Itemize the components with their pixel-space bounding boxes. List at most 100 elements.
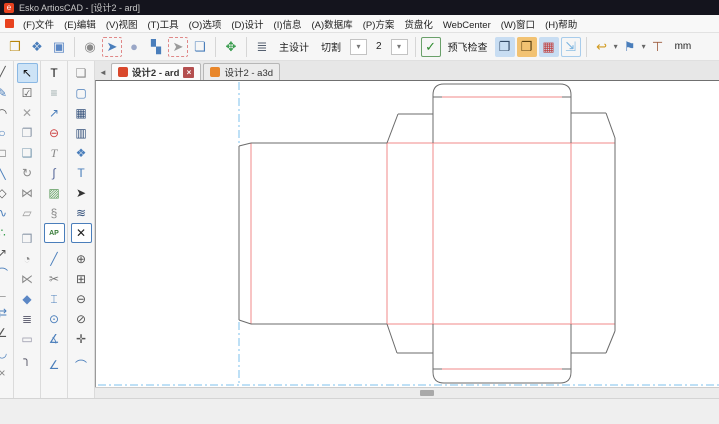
- cut-line[interactable]: [606, 331, 615, 353]
- scale-tool[interactable]: ▱: [17, 203, 38, 223]
- select-tool[interactable]: ↖: [17, 63, 38, 83]
- zoom-scale-tool[interactable]: ⊘: [71, 309, 92, 329]
- multi-select-tool[interactable]: ☑: [17, 83, 38, 103]
- hatch-fill-tool[interactable]: ▨: [44, 183, 65, 203]
- arrow-plus-tool[interactable]: ➤: [71, 183, 92, 203]
- cut-check-tool[interactable]: ✂: [44, 269, 65, 289]
- flag-annotation-icon[interactable]: ⚑: [620, 37, 640, 57]
- dimension-tool[interactable]: ⊖: [44, 123, 65, 143]
- layers-icon[interactable]: ≣: [252, 37, 272, 57]
- horizontal-scrollbar[interactable]: [95, 387, 719, 398]
- arc-tool[interactable]: ◠: [0, 103, 13, 123]
- new-document-tool[interactable]: ❏: [71, 63, 92, 83]
- menu-item-11[interactable]: (W)窗口: [496, 18, 540, 33]
- cube-3d-tool[interactable]: ❖: [71, 143, 92, 163]
- cut-line[interactable]: [606, 113, 615, 138]
- zigzag-rule-tool[interactable]: ≋: [71, 203, 92, 223]
- pencil-tool[interactable]: ✎: [0, 83, 13, 103]
- box-3d-tool[interactable]: ◆: [17, 289, 38, 309]
- menu-item-12[interactable]: (H)帮助: [540, 18, 582, 33]
- rotate-tool[interactable]: ↻: [17, 163, 38, 183]
- copy-sheets-tool[interactable]: ❐: [17, 123, 38, 143]
- menu-item-2[interactable]: (V)视图: [101, 18, 143, 33]
- align-tool[interactable]: ▭: [17, 329, 38, 349]
- blend-tool[interactable]: ×: [0, 363, 13, 383]
- points-tool[interactable]: ∴: [0, 223, 13, 243]
- synchronize-icon[interactable]: ✥: [221, 37, 241, 57]
- tab-close-button[interactable]: ×: [183, 67, 194, 78]
- auto-text-tool[interactable]: AP: [44, 223, 65, 243]
- fit-view-icon[interactable]: ⇲: [561, 37, 581, 57]
- menu-item-1[interactable]: (E)编辑: [59, 18, 101, 33]
- angle-dimension-tool[interactable]: ∠: [44, 355, 65, 375]
- move-point-tool[interactable]: ↗: [0, 243, 13, 263]
- layer-stack-tool[interactable]: ≣: [17, 309, 38, 329]
- center-point-tool[interactable]: ⊙: [44, 309, 65, 329]
- document-tab-0[interactable]: 设计2 - ard×: [111, 63, 202, 80]
- view-frame-tool[interactable]: ▢: [71, 83, 92, 103]
- save-icon[interactable]: ▣: [49, 37, 69, 57]
- menu-item-9[interactable]: 货盘化: [399, 18, 438, 33]
- cut-line[interactable]: [239, 320, 251, 324]
- zoom-window-tool[interactable]: ⊞: [71, 269, 92, 289]
- compare-toggle-icon[interactable]: ❐: [495, 37, 515, 57]
- panel-views-tool[interactable]: ▥: [71, 123, 92, 143]
- scale-combo[interactable]: ▾: [391, 39, 408, 55]
- tuck-flap-cut-path[interactable]: [433, 369, 571, 383]
- duplicate-tool[interactable]: ❑: [17, 143, 38, 163]
- design-canvas[interactable]: [95, 80, 719, 387]
- rectangle-tool[interactable]: □: [0, 143, 13, 163]
- tab-scroll-left-icon[interactable]: ◄: [97, 68, 111, 80]
- corner-radius-tool[interactable]: ⌒: [71, 355, 92, 375]
- text-3d-tool[interactable]: T: [71, 163, 92, 183]
- grid-views-tool[interactable]: ▦: [71, 103, 92, 123]
- solid-3d-icon[interactable]: ●: [124, 37, 144, 57]
- preflight-icon[interactable]: ✓: [421, 37, 441, 57]
- text-tool[interactable]: T: [44, 63, 65, 83]
- menu-item-7[interactable]: (A)数据库: [307, 18, 358, 33]
- bridge-tool[interactable]: ⌶: [44, 289, 65, 309]
- attach-file-tool[interactable]: §: [44, 203, 65, 223]
- leader-arrow-tool[interactable]: ↗: [44, 103, 65, 123]
- import-workspace-icon[interactable]: ❖: [27, 37, 47, 57]
- fillet-corner-tool[interactable]: ╮: [17, 349, 38, 369]
- offset-tool[interactable]: ⇄: [0, 303, 13, 323]
- cut-line[interactable]: [239, 143, 251, 146]
- zoom-in-tool[interactable]: ⊕: [71, 249, 92, 269]
- undo-arrow-icon[interactable]: ↩: [592, 37, 612, 57]
- menu-item-8[interactable]: (P)方案: [358, 18, 400, 33]
- tuck-flap-cut-path[interactable]: [433, 84, 571, 97]
- snapshot-3d-icon[interactable]: ◉: [80, 37, 100, 57]
- counter-toggle-icon[interactable]: ❐: [517, 37, 537, 57]
- paragraph-tool[interactable]: ≡: [44, 83, 65, 103]
- pan-tool[interactable]: ✛: [71, 329, 92, 349]
- open-folder-icon[interactable]: ❒: [5, 37, 25, 57]
- diagonal-tool[interactable]: ╲: [0, 163, 13, 183]
- arc-3pt-tool[interactable]: ⌒: [0, 263, 13, 283]
- text-line-tool[interactable]: ∫: [44, 163, 65, 183]
- flag-dropdown-caret[interactable]: ▾: [642, 42, 646, 51]
- database-info-icon[interactable]: ❏: [190, 37, 210, 57]
- delete-tool[interactable]: ✕: [17, 103, 38, 123]
- angle-tool[interactable]: ∠: [0, 323, 13, 343]
- zoom-out-tool[interactable]: ⊖: [71, 289, 92, 309]
- ray-lines-tool[interactable]: ∡: [44, 329, 65, 349]
- measure-line-tool[interactable]: ╱: [44, 249, 65, 269]
- rotate-arc-tool[interactable]: ◔: [17, 249, 38, 269]
- menu-item-4[interactable]: (O)选项: [184, 18, 227, 33]
- mirror-copy-tool[interactable]: ⋉: [17, 269, 38, 289]
- serif-text-tool[interactable]: T: [44, 143, 65, 163]
- polygon-tool[interactable]: ◇: [0, 183, 13, 203]
- mirror-tool[interactable]: ⋈: [17, 183, 38, 203]
- close-design-tool[interactable]: ✕: [71, 223, 92, 243]
- scrollbar-thumb[interactable]: [420, 390, 434, 396]
- document-tab-1[interactable]: 设计2 - a3d: [203, 63, 280, 80]
- menu-item-5[interactable]: (D)设计: [226, 18, 268, 33]
- circle-tool[interactable]: ○: [0, 123, 13, 143]
- menu-item-0[interactable]: (F)文件: [18, 18, 59, 33]
- menu-item-3[interactable]: (T)工具: [142, 18, 183, 33]
- curve-tool[interactable]: ∿: [0, 203, 13, 223]
- cut-line[interactable]: [387, 324, 397, 353]
- line-tool[interactable]: ╱: [0, 63, 13, 83]
- pin-units-icon[interactable]: ⊤: [648, 37, 668, 57]
